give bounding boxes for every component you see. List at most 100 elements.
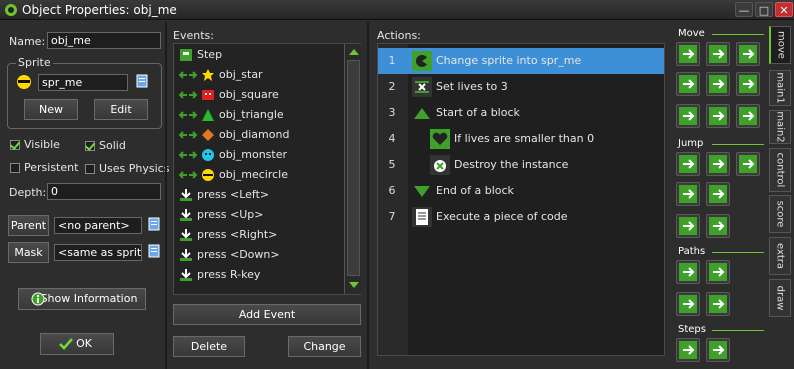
minimize-button[interactable]: —	[735, 2, 753, 17]
tab-control[interactable]: control	[769, 148, 791, 192]
scroll-down-icon[interactable]	[349, 282, 359, 288]
tab-main1[interactable]: main1	[769, 70, 791, 106]
event-item[interactable]: obj_diamond	[175, 125, 343, 145]
parent-input[interactable]: <no parent>	[54, 217, 142, 234]
event-item[interactable]: press <Down>	[175, 245, 343, 265]
divider	[165, 22, 167, 369]
tab-score[interactable]: score	[769, 195, 791, 233]
event-item[interactable]: obj_star	[175, 65, 343, 85]
events-scroll-thumb[interactable]	[347, 60, 360, 276]
change-sprite-icon	[412, 51, 432, 71]
action-item[interactable]: 4 If lives are smaller than 0	[378, 126, 664, 152]
physics-checkbox[interactable]	[85, 164, 95, 174]
jump-random-icon[interactable]	[736, 152, 760, 176]
close-button[interactable]: ✕	[775, 2, 793, 17]
action-item[interactable]: 5 Destroy the instance	[378, 152, 664, 178]
sprite-input[interactable]: spr_me	[38, 74, 128, 91]
action-item[interactable]: 7 Execute a piece of code	[378, 204, 664, 230]
parent-menu-icon[interactable]	[148, 217, 162, 233]
maximize-button[interactable]: □	[755, 2, 773, 17]
title-bar: Object Properties: obj_me — □ ✕	[0, 0, 794, 20]
event-item[interactable]: press <Up>	[175, 205, 343, 225]
event-item[interactable]: obj_monster	[175, 145, 343, 165]
depth-label: Depth:	[9, 186, 47, 199]
action-label: Change sprite into spr_me	[436, 54, 582, 67]
event-item[interactable]: press R-key	[175, 265, 343, 285]
sprite-menu-icon[interactable]	[136, 74, 150, 90]
event-item[interactable]: obj_mecircle	[175, 165, 343, 185]
event-item[interactable]: obj_triangle	[175, 105, 343, 125]
reverse-horizontal-icon[interactable]	[676, 104, 700, 128]
move-contact-icon[interactable]	[676, 214, 700, 238]
move-fixed-icon[interactable]	[676, 42, 700, 66]
add-event-button[interactable]: Add Event	[173, 304, 361, 325]
mask-button[interactable]: Mask	[8, 242, 49, 263]
event-item[interactable]: Step	[175, 45, 343, 65]
event-label: Step	[197, 48, 223, 61]
align-grid-icon[interactable]	[676, 182, 700, 206]
speed-horizontal-icon[interactable]	[676, 72, 700, 96]
scroll-up-icon[interactable]	[349, 49, 359, 55]
edit-sprite-button[interactable]: Edit	[94, 99, 148, 120]
reverse-vertical-icon[interactable]	[706, 104, 730, 128]
library-group-label: Steps	[678, 324, 764, 335]
mask-menu-icon[interactable]	[148, 244, 162, 260]
show-information-button[interactable]: Show Information	[18, 288, 146, 310]
change-event-button[interactable]: Change	[288, 336, 361, 357]
key-press-icon	[179, 208, 193, 222]
tab-main2[interactable]: main2	[769, 110, 791, 144]
tab-draw[interactable]: draw	[769, 279, 791, 317]
solid-checkbox[interactable]	[85, 141, 95, 151]
key-press-icon	[179, 188, 193, 202]
friction-icon[interactable]	[736, 104, 760, 128]
bounce-icon[interactable]	[706, 214, 730, 238]
jump-to-start-icon[interactable]	[706, 152, 730, 176]
event-item[interactable]: press <Left>	[175, 185, 343, 205]
event-label: press R-key	[197, 268, 261, 281]
new-sprite-button[interactable]: New	[24, 99, 78, 120]
event-item[interactable]: obj_square	[175, 85, 343, 105]
event-label: obj_triangle	[219, 108, 284, 121]
persistent-label: Persistent	[24, 161, 79, 174]
set-path-icon[interactable]	[676, 260, 700, 284]
action-item[interactable]: 2 Set lives to 3	[378, 74, 664, 100]
speed-vertical-icon[interactable]	[706, 72, 730, 96]
actions-list: 1 Change sprite into spr_me 2 Set lives to …	[377, 43, 665, 356]
path-speed-icon[interactable]	[706, 292, 730, 316]
event-label: obj_square	[219, 88, 279, 101]
library-group-label: Paths	[678, 246, 765, 257]
mask-input[interactable]: <same as sprite>	[54, 244, 142, 261]
actions-header: Actions:	[377, 29, 421, 42]
tab-move[interactable]: move	[769, 26, 791, 64]
events-scrollbar[interactable]	[344, 44, 361, 294]
delete-event-button[interactable]: Delete	[173, 336, 245, 357]
action-label: Execute a piece of code	[436, 210, 568, 223]
action-item[interactable]: 3 Start of a block	[378, 100, 664, 126]
action-label: End of a block	[436, 184, 514, 197]
tab-extra[interactable]: extra	[769, 237, 791, 275]
tab-label: main2	[774, 111, 786, 143]
step-avoiding-icon[interactable]	[706, 338, 730, 362]
depth-input[interactable]: 0	[47, 183, 161, 200]
info-icon	[31, 292, 45, 306]
name-input[interactable]: obj_me	[47, 32, 161, 49]
move-towards-icon[interactable]	[736, 42, 760, 66]
action-item[interactable]: 6 End of a block	[378, 178, 664, 204]
action-item[interactable]: 1 Change sprite into spr_me	[378, 48, 664, 74]
persistent-checkbox[interactable]	[10, 163, 20, 173]
jump-to-position-icon[interactable]	[676, 152, 700, 176]
ok-button[interactable]: OK	[40, 333, 114, 355]
event-label: press <Down>	[197, 248, 280, 261]
action-number: 6	[388, 184, 396, 197]
end-path-icon[interactable]	[706, 260, 730, 284]
tab-label: draw	[774, 285, 786, 311]
wrap-screen-icon[interactable]	[706, 182, 730, 206]
event-item[interactable]: press <Right>	[175, 225, 343, 245]
move-free-icon[interactable]	[706, 42, 730, 66]
gravity-icon[interactable]	[736, 72, 760, 96]
visible-checkbox[interactable]	[10, 140, 20, 150]
step-towards-icon[interactable]	[676, 338, 700, 362]
parent-button[interactable]: Parent	[8, 215, 49, 236]
path-position-icon[interactable]	[676, 292, 700, 316]
monster-collision-icon	[201, 148, 215, 162]
